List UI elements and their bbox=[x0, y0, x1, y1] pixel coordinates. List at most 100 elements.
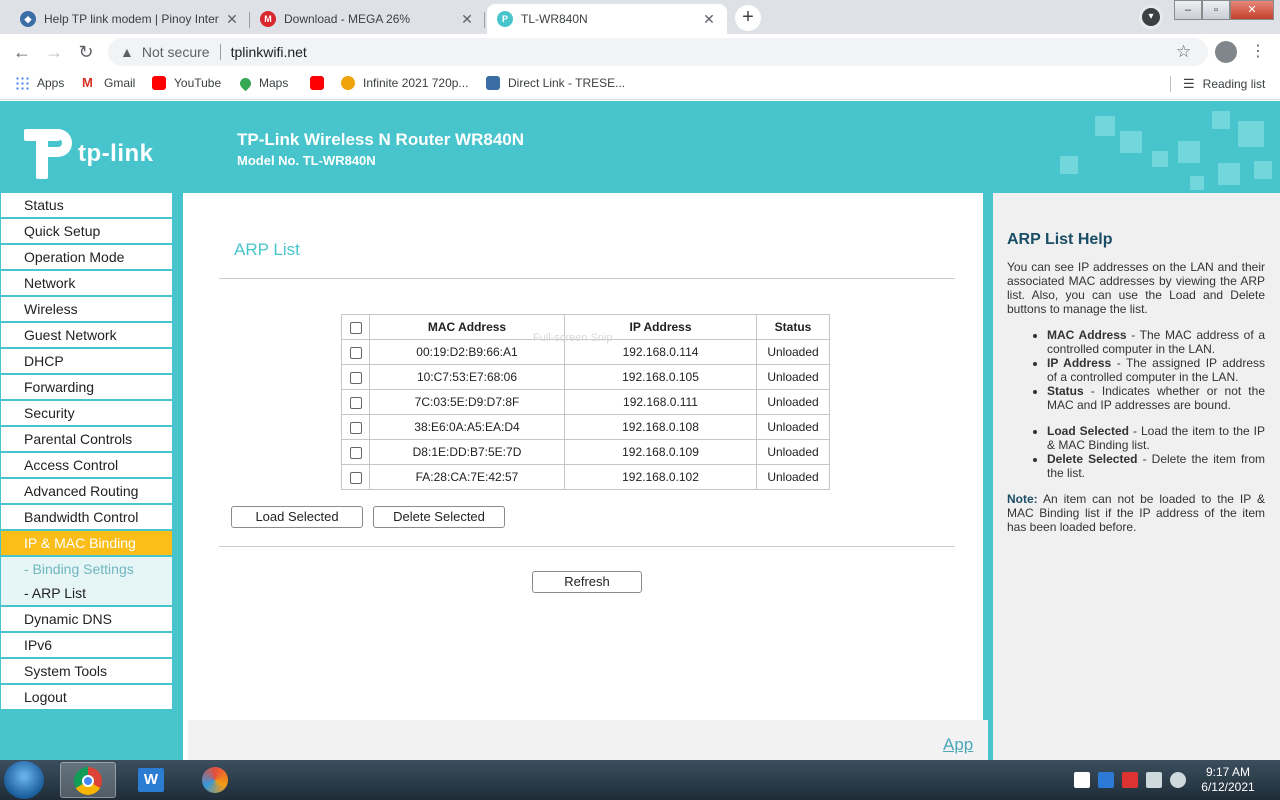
warning-icon[interactable]: ▲ bbox=[120, 44, 134, 60]
submenu: - Binding Settings - ARP List bbox=[1, 557, 172, 605]
bottom-strip bbox=[188, 720, 988, 760]
sidebar-item-forwarding[interactable]: Forwarding bbox=[1, 375, 172, 399]
start-button-icon[interactable] bbox=[4, 761, 44, 799]
divider bbox=[219, 546, 955, 547]
forward-icon[interactable]: → bbox=[42, 41, 66, 63]
sidebar-subitem-arp-list[interactable]: - ARP List bbox=[1, 581, 172, 605]
tab-title: TL-WR840N bbox=[521, 12, 588, 26]
delete-selected-button[interactable]: Delete Selected bbox=[373, 506, 505, 528]
network-icon[interactable] bbox=[1146, 772, 1162, 788]
taskbar-paint[interactable] bbox=[188, 762, 244, 798]
back-icon[interactable]: ← bbox=[10, 41, 34, 63]
sidebar-item-status[interactable]: Status bbox=[1, 193, 172, 217]
sidebar-item-dynamic-dns[interactable]: Dynamic DNS bbox=[1, 607, 172, 631]
bookmark-gmail[interactable]: M Gmail bbox=[82, 75, 136, 91]
taskbar-word[interactable]: W bbox=[124, 762, 180, 798]
app-link[interactable]: App bbox=[943, 735, 973, 755]
bookmark-star-icon[interactable]: ☆ bbox=[1176, 42, 1191, 62]
taskbar-chrome[interactable] bbox=[60, 762, 116, 798]
alert-icon[interactable] bbox=[1122, 772, 1138, 788]
row-checkbox-cell bbox=[341, 464, 370, 490]
minimize-icon[interactable]: – bbox=[1174, 0, 1202, 20]
close-tab-icon[interactable]: ✕ bbox=[224, 11, 240, 28]
security-label[interactable]: Not secure bbox=[142, 44, 210, 60]
clock[interactable]: 9:17 AM 6/12/2021 bbox=[1196, 765, 1260, 795]
row-checkbox[interactable] bbox=[349, 371, 362, 384]
sidebar-menu: Status Quick Setup Operation Mode Networ… bbox=[1, 193, 172, 711]
sidebar-item-operation-mode[interactable]: Operation Mode bbox=[1, 245, 172, 269]
tab-search-icon[interactable]: ▾ bbox=[1139, 5, 1163, 29]
bookmark-direct-link[interactable]: Direct Link - TRESE... bbox=[486, 76, 625, 90]
flag-icon[interactable] bbox=[1074, 772, 1090, 788]
reading-list-button[interactable]: ☰ Reading list bbox=[1170, 76, 1265, 92]
url-text[interactable]: tplinkwifi.net bbox=[231, 44, 307, 60]
sidebar-item-network[interactable]: Network bbox=[1, 271, 172, 295]
system-tray bbox=[1074, 772, 1186, 788]
maximize-icon[interactable]: ▫ bbox=[1202, 0, 1230, 20]
row-checkbox[interactable] bbox=[349, 421, 362, 434]
close-tab-icon[interactable]: ✕ bbox=[459, 11, 475, 28]
sidebar-item-dhcp[interactable]: DHCP bbox=[1, 349, 172, 373]
bookmark-maps[interactable]: Maps bbox=[237, 75, 288, 91]
help-title: ARP List Help bbox=[1007, 231, 1113, 248]
sidebar-item-parental-controls[interactable]: Parental Controls bbox=[1, 427, 172, 451]
sidebar-item-ipv6[interactable]: IPv6 bbox=[1, 633, 172, 657]
row-checkbox-cell bbox=[341, 439, 370, 465]
sidebar-item-ip-mac-binding[interactable]: IP & MAC Binding bbox=[1, 531, 172, 555]
bookmark-label: Direct Link - TRESE... bbox=[508, 76, 626, 90]
sidebar-item-wireless[interactable]: Wireless bbox=[1, 297, 172, 321]
sidebar-item-advanced-routing[interactable]: Advanced Routing bbox=[1, 479, 172, 503]
reload-icon[interactable]: ↻ bbox=[74, 41, 98, 63]
status-cell: Unloaded bbox=[756, 339, 830, 365]
bookmark-youtube-2[interactable] bbox=[310, 76, 332, 90]
browser-tab[interactable]: ◆ Help TP link modem | Pinoy Inter ✕ bbox=[10, 4, 250, 34]
new-tab-button[interactable]: + bbox=[735, 5, 761, 31]
refresh-button[interactable]: Refresh bbox=[532, 571, 642, 593]
display-icon[interactable] bbox=[1098, 772, 1114, 788]
browser-tab[interactable]: M Download - MEGA 26% ✕ bbox=[250, 4, 485, 34]
reading-list-label: Reading list bbox=[1202, 77, 1266, 91]
status-cell: Unloaded bbox=[756, 364, 830, 390]
divider bbox=[219, 278, 955, 279]
address-bar[interactable]: ▲ Not secure tplinkwifi.net bbox=[108, 38, 1208, 66]
help-item: Load Selected - Load the item to the IP … bbox=[1047, 424, 1265, 452]
sidebar-item-access-control[interactable]: Access Control bbox=[1, 453, 172, 477]
sidebar-subitem-binding-settings[interactable]: - Binding Settings bbox=[1, 557, 172, 581]
close-tab-icon[interactable]: ✕ bbox=[701, 11, 717, 28]
column-header: Status bbox=[756, 314, 830, 340]
load-selected-button[interactable]: Load Selected bbox=[231, 506, 363, 528]
tplink-logo-icon bbox=[24, 129, 74, 179]
sidebar-item-guest-network[interactable]: Guest Network bbox=[1, 323, 172, 347]
volume-icon[interactable] bbox=[1170, 772, 1186, 788]
sidebar-item-security[interactable]: Security bbox=[1, 401, 172, 425]
page-title: ARP List bbox=[234, 240, 300, 259]
ip-cell: 192.168.0.109 bbox=[564, 439, 757, 465]
menu-kebab-icon[interactable]: ⋮ bbox=[1250, 41, 1266, 61]
sidebar-item-system-tools[interactable]: System Tools bbox=[1, 659, 172, 683]
row-checkbox-cell bbox=[341, 414, 370, 440]
select-all-cell bbox=[341, 314, 370, 340]
maps-pin-icon bbox=[237, 75, 254, 91]
bookmark-infinite[interactable]: Infinite 2021 720p... bbox=[341, 76, 468, 90]
row-checkbox[interactable] bbox=[349, 471, 362, 484]
mac-cell: 7C:03:5E:D9:D7:8F bbox=[369, 389, 565, 415]
sidebar-item-logout[interactable]: Logout bbox=[1, 685, 172, 709]
row-checkbox-cell bbox=[341, 389, 370, 415]
sidebar-item-bandwidth-control[interactable]: Bandwidth Control bbox=[1, 505, 172, 529]
table-row: D8:1E:DD:B7:5E:7D 192.168.0.109 Unloaded bbox=[341, 439, 830, 465]
close-window-icon[interactable]: ✕ bbox=[1230, 0, 1274, 20]
help-term: IP Address bbox=[1047, 356, 1112, 370]
account-icon[interactable] bbox=[1215, 41, 1237, 63]
bookmark-apps[interactable]: Apps bbox=[15, 76, 64, 90]
browser-toolbar: ← → ↻ ▲ Not secure tplinkwifi.net ☆ ⋮ bbox=[0, 34, 1280, 70]
browser-tab-active[interactable]: P TL-WR840N ✕ bbox=[487, 4, 727, 34]
bookmark-label: Gmail bbox=[104, 76, 136, 90]
tplink-favicon-icon: P bbox=[497, 11, 513, 27]
sidebar-item-quick-setup[interactable]: Quick Setup bbox=[1, 219, 172, 243]
gmail-icon: M bbox=[82, 75, 93, 90]
row-checkbox[interactable] bbox=[349, 396, 362, 409]
row-checkbox[interactable] bbox=[349, 346, 362, 359]
row-checkbox[interactable] bbox=[349, 446, 362, 459]
bookmark-youtube[interactable]: YouTube bbox=[152, 76, 221, 90]
select-all-checkbox[interactable] bbox=[349, 321, 362, 334]
